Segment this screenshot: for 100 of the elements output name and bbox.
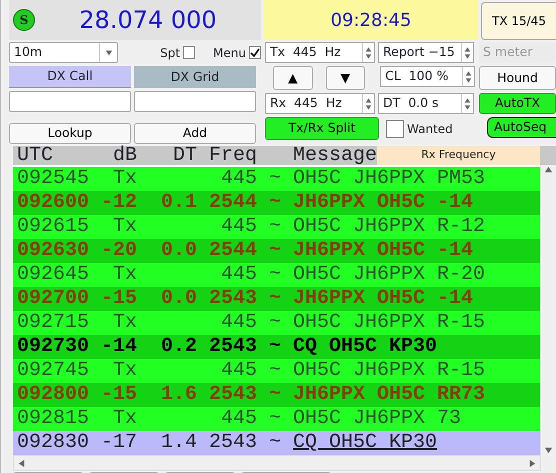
decode-dt: 0.2 [160,335,197,359]
report-spinbox[interactable]: Report −15 [378,42,474,63]
checkbox[interactable] [183,46,196,59]
lookup-button[interactable]: Lookup [9,123,131,144]
decode-utc: 092700 [17,287,89,311]
rx-frequency-header: Rx Frequency [377,146,540,165]
decode-freq: 2543 [208,335,257,359]
spin-up-icon[interactable] [464,96,471,104]
decode-row[interactable]: 092700 -15 0.0 2543 ~ JH6PPX OH5C -14 [13,287,540,311]
decode-db: -12 [100,191,137,215]
rx-frequency-spinbox[interactable]: Rx 445 Hz [265,93,375,114]
spin-up-icon[interactable] [465,70,472,76]
scroll-left-icon[interactable] [17,458,26,468]
decode-dt: 1.6 [160,383,197,407]
decode-db: -15 [100,287,137,311]
decode-db: -14 [100,335,137,359]
spin-value: Rx 445 Hz [270,94,342,112]
hound-button[interactable]: Hound [479,66,556,90]
band-dropdown[interactable]: 10m [9,42,118,63]
decode-utc: 092800 [17,383,89,407]
decode-db: Tx [112,215,137,239]
decode-freq: 2544 [208,239,257,263]
utc-clock: 09:28:45 [264,0,478,40]
decode-row[interactable]: 092715 Tx 445 ~ OH5C JH6PPX R-15 [13,311,540,335]
horizontal-scrollbar[interactable] [13,455,541,471]
add-button[interactable]: Add [134,123,256,144]
dx-call-label: DX Call [9,66,131,88]
decode-dt: 0.0 [160,287,197,311]
band-value: 10m [14,43,42,62]
spin-value: Report −15 [383,43,455,62]
dx-call-field[interactable] [9,91,131,112]
dx-grid-field[interactable] [134,91,256,112]
spin-down-icon[interactable] [464,104,471,110]
decode-message: JH6PPX OH5C -14 [293,287,474,311]
decode-dt: 0.1 [160,191,197,215]
scroll-right-icon[interactable] [528,458,537,468]
auto-seq-button[interactable]: AutoSeq [487,117,556,138]
separator: ~ [268,287,281,311]
decode-freq: 445 [220,407,257,431]
scroll-down-icon[interactable] [544,446,554,455]
spin-down-icon[interactable] [465,76,472,84]
decode-row[interactable]: 092645 Tx 445 ~ OH5C JH6PPX R-20 [13,263,540,287]
decode-message: OH5C JH6PPX R-20 [293,263,486,287]
separator: ~ [268,431,281,455]
dial-frequency: 28.074 000 [79,5,217,36]
decode-row[interactable]: 092630 -20 0.0 2544 ~ JH6PPX OH5C -14 [13,239,540,263]
separator: ~ [268,407,281,431]
decode-row[interactable]: 092745 Tx 445 ~ OH5C JH6PPX R-15 [13,359,540,383]
down-arrow-button[interactable]: ▼ [326,66,366,90]
decode-row[interactable]: 092800 -15 1.6 2543 ~ JH6PPX OH5C RR73 [13,383,540,407]
decode-db: -20 [100,239,137,263]
decode-freq: 445 [220,311,257,335]
separator: ~ [268,263,281,287]
spin-up-icon[interactable] [365,46,372,52]
spin-value: DT 0.0 s [383,94,439,112]
decode-dt: 1.4 [160,431,197,455]
decode-message: CQ OH5C KP30 [293,335,438,359]
auto-tx-button[interactable]: AutoTX [479,93,556,114]
decode-row[interactable]: 092730 -14 0.2 2543 ~ CQ OH5C KP30 [13,335,540,359]
decode-row[interactable]: 092545 Tx 445 ~ OH5C JH6PPX PM53 [13,167,540,191]
wanted-label: Wanted [407,120,453,138]
spin-value: CL 100 % [385,67,448,86]
decode-utc: 092645 [17,263,89,287]
decode-message: OH5C JH6PPX R-15 [293,311,486,335]
separator: ~ [268,215,281,239]
decode-utc: 092745 [17,359,89,383]
spin-down-icon[interactable] [365,52,372,60]
checkbox[interactable] [249,46,261,59]
decode-message: OH5C JH6PPX R-15 [293,359,486,383]
tx-frequency-spinbox[interactable]: Tx 445 Hz [265,42,375,63]
decode-db: -17 [100,431,137,455]
decode-freq: 2543 [208,431,257,455]
decode-db: Tx [112,167,137,191]
decode-row[interactable]: 092615 Tx 445 ~ OH5C JH6PPX R-12 [13,215,540,239]
decode-db: -15 [100,383,137,407]
wanted-checkbox[interactable] [386,120,404,138]
decode-utc: 092630 [17,239,89,263]
spin-down-icon[interactable] [365,104,372,110]
spin-down-icon[interactable] [464,52,471,60]
spin-up-icon[interactable] [464,46,471,52]
separator: ~ [268,359,281,383]
decode-utc: 092815 [17,407,89,431]
decode-freq: 2543 [208,383,257,407]
decode-db: Tx [112,263,137,287]
decode-freq: 2543 [208,287,257,311]
s-meter-field: S meter [479,42,556,63]
tx-period-button[interactable]: TX 15/45 [481,2,556,40]
decode-db: Tx [112,311,137,335]
dropdown-caret-icon[interactable] [104,48,113,56]
split-button[interactable]: Tx/Rx Split [265,117,379,140]
decode-row[interactable]: 092600 -12 0.1 2544 ~ JH6PPX OH5C -14 [13,191,540,215]
separator: ~ [268,335,281,359]
decode-message: JH6PPX OH5C -14 [293,191,474,215]
up-arrow-button[interactable]: ▲ [273,66,313,90]
decode-row[interactable]: 092815 Tx 445 ~ OH5C JH6PPX 73 [13,407,540,431]
dt-spinbox[interactable]: DT 0.0 s [378,93,474,114]
decode-row[interactable]: 092830 -17 1.4 2543 ~ CQ OH5C KP30 [13,431,540,455]
cl-spinbox[interactable]: CL 100 % [380,66,476,87]
decode-utc: 092600 [17,191,89,215]
spin-up-icon[interactable] [365,96,372,104]
